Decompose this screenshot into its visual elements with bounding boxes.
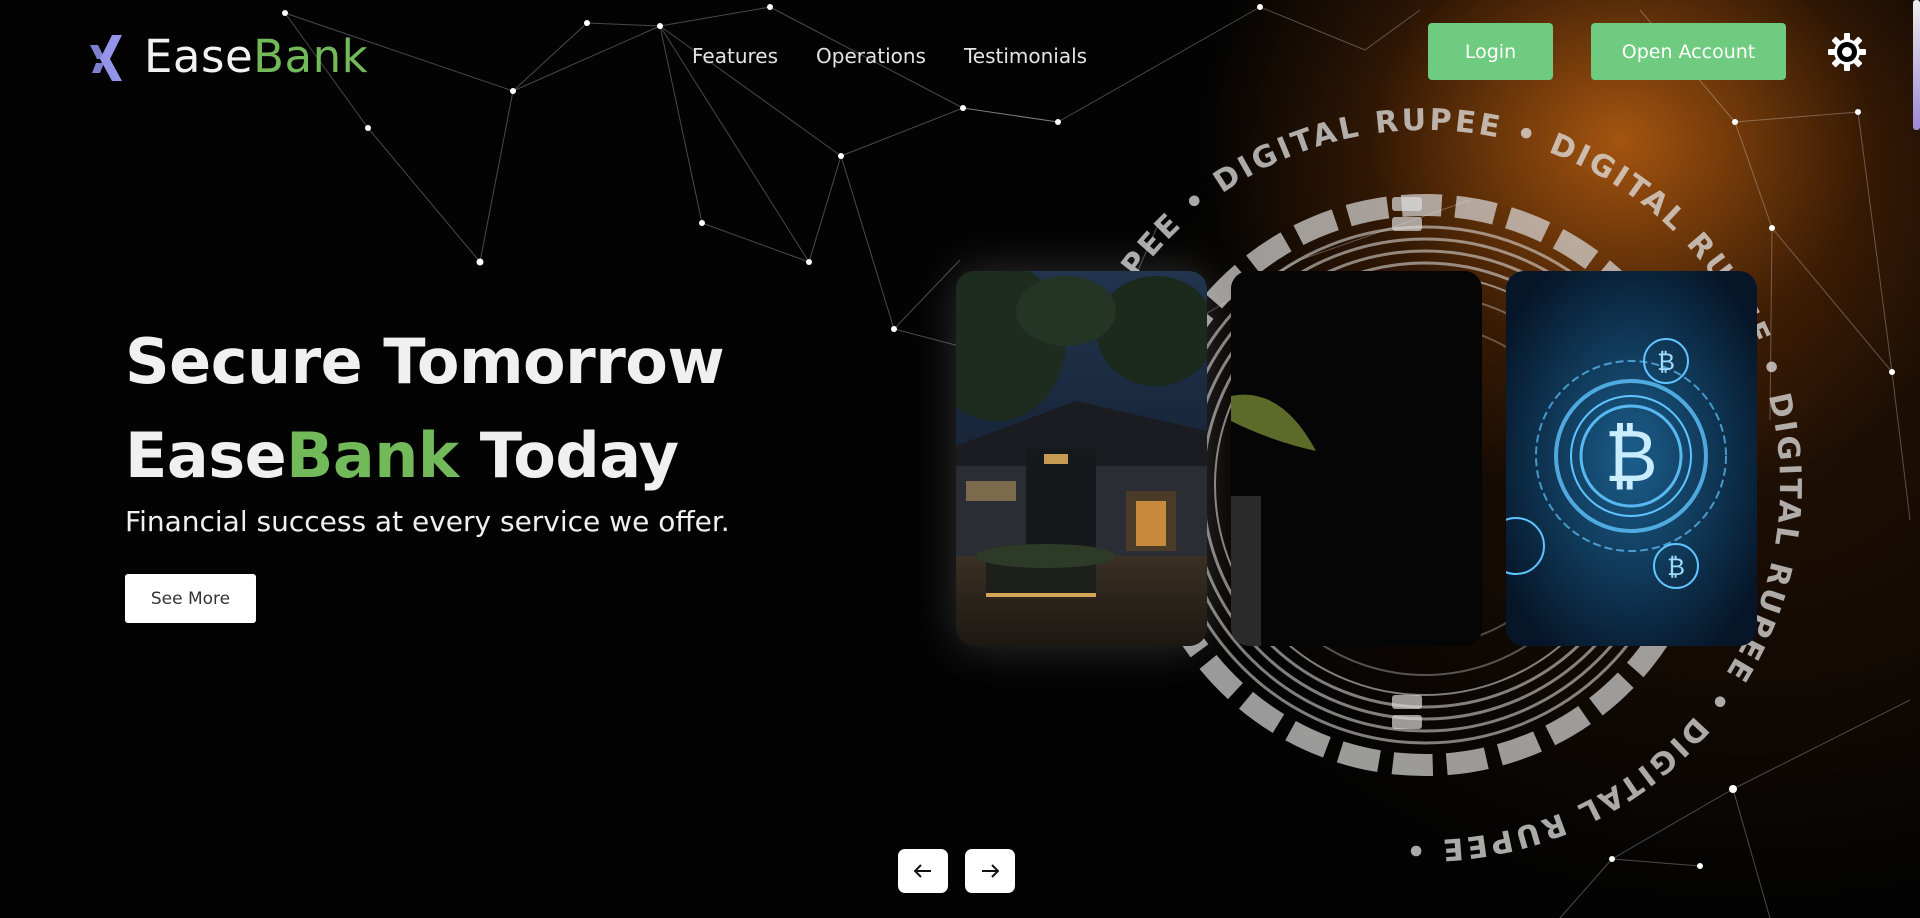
building-night-image[interactable] — [956, 271, 1207, 646]
nav-features[interactable]: Features — [692, 44, 778, 68]
arrow-right-icon — [982, 864, 999, 878]
carousel-prev-button[interactable] — [898, 849, 948, 893]
hero-title: Secure Tomorrow EaseBank Today — [125, 315, 725, 503]
hero-title-today: Today — [458, 419, 679, 492]
brand-name-ease: Ease — [144, 30, 254, 83]
svg-text:₿: ₿ — [1657, 348, 1675, 376]
login-button[interactable]: Login — [1428, 23, 1553, 80]
nav-operations[interactable]: Operations — [816, 44, 926, 68]
brand-name: EaseBank — [144, 30, 368, 83]
see-more-button[interactable]: See More — [125, 574, 256, 623]
arrow-left-icon — [914, 864, 931, 878]
hero-subtitle: Financial success at every service we of… — [125, 505, 730, 538]
nav-testimonials[interactable]: Testimonials — [964, 44, 1087, 68]
main-nav: Features Operations Testimonials — [692, 44, 1087, 68]
brand-logo[interactable]: EaseBank — [86, 30, 368, 83]
open-account-button[interactable]: Open Account — [1591, 23, 1786, 80]
brand-name-bank: Bank — [253, 30, 369, 83]
svg-text:₿: ₿ — [1604, 414, 1657, 498]
hero-title-bank: Bank — [286, 419, 459, 492]
x-logo-icon — [90, 34, 122, 81]
svg-text:₿: ₿ — [1667, 553, 1685, 581]
gear-icon[interactable] — [1827, 32, 1867, 72]
bitcoin-circuit-image[interactable]: ₿ ₿ ₿ — [1506, 271, 1757, 646]
hero-title-line1: Secure Tomorrow — [125, 325, 725, 398]
hero-title-ease: Ease — [125, 419, 287, 492]
carousel-next-button[interactable] — [965, 849, 1015, 893]
scrollbar-thumb[interactable] — [1913, 0, 1920, 130]
dark-plant-image[interactable] — [1231, 271, 1482, 646]
